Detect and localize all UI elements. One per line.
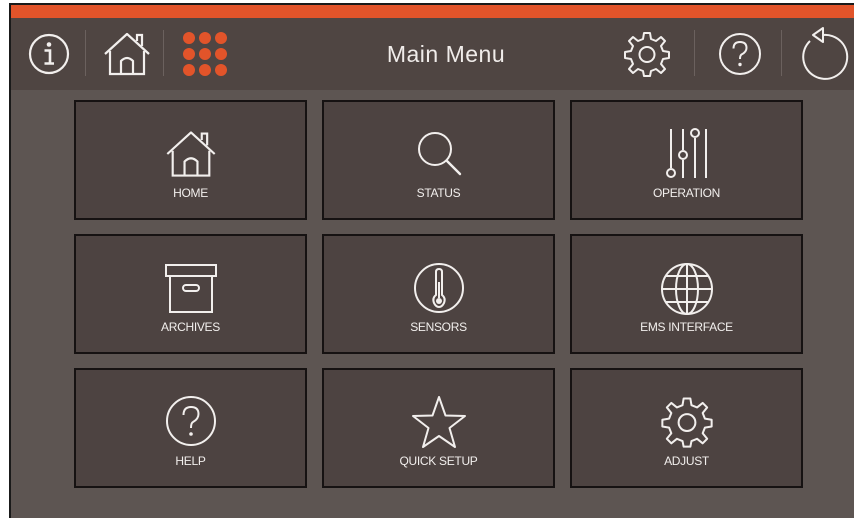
menu-grid-icon bbox=[180, 29, 230, 79]
sliders-icon bbox=[572, 126, 801, 188]
tile-home[interactable]: HOME bbox=[74, 100, 307, 220]
tile-label: SENSORS bbox=[410, 320, 467, 334]
settings-button[interactable] bbox=[617, 18, 677, 90]
tile-label: QUICK SETUP bbox=[399, 454, 478, 468]
star-icon bbox=[324, 394, 553, 456]
gear-icon bbox=[572, 394, 801, 456]
back-arrow-icon bbox=[796, 27, 850, 81]
question-icon bbox=[716, 30, 764, 78]
tile-operation[interactable]: OPERATION bbox=[570, 100, 803, 220]
home-icon bbox=[76, 126, 305, 188]
tile-adjust[interactable]: ADJUST bbox=[570, 368, 803, 488]
tile-label: OPERATION bbox=[652, 186, 721, 200]
info-button[interactable] bbox=[19, 18, 79, 90]
tile-label: EMS INTERFACE bbox=[640, 320, 733, 334]
divider bbox=[694, 30, 695, 76]
tile-label: STATUS bbox=[416, 186, 461, 200]
question-icon bbox=[76, 394, 305, 456]
accent-bar bbox=[11, 5, 854, 18]
top-bar: Main Menu bbox=[11, 18, 854, 90]
gear-icon bbox=[622, 29, 672, 79]
tile-label: ADJUST bbox=[664, 454, 709, 468]
thermometer-icon bbox=[324, 260, 553, 322]
tile-sensors[interactable]: SENSORS bbox=[322, 234, 555, 354]
tile-ems-interface[interactable]: EMS INTERFACE bbox=[570, 234, 803, 354]
tile-label: ARCHIVES bbox=[161, 320, 220, 334]
tile-quick-setup[interactable]: QUICK SETUP bbox=[322, 368, 555, 488]
page-title: Main Menu bbox=[386, 40, 506, 67]
home-button[interactable] bbox=[97, 18, 157, 90]
info-icon bbox=[27, 32, 71, 76]
help-button[interactable] bbox=[709, 18, 771, 90]
menu-grid-button[interactable] bbox=[175, 18, 235, 90]
tile-status[interactable]: STATUS bbox=[322, 100, 555, 220]
divider bbox=[163, 30, 164, 76]
tile-label: HOME bbox=[173, 186, 208, 200]
tile-help[interactable]: HELP bbox=[74, 368, 307, 488]
back-button[interactable] bbox=[792, 18, 854, 90]
tile-archives[interactable]: ARCHIVES bbox=[74, 234, 307, 354]
tile-label: HELP bbox=[175, 454, 206, 468]
globe-icon bbox=[572, 260, 801, 322]
home-icon bbox=[101, 30, 153, 78]
divider bbox=[85, 30, 86, 76]
divider bbox=[781, 30, 782, 76]
archive-box-icon bbox=[76, 260, 305, 322]
main-menu-screen: Main Menu HOME STATUS OPERATION ARCHIVES… bbox=[9, 3, 854, 518]
magnifier-icon bbox=[324, 126, 553, 188]
